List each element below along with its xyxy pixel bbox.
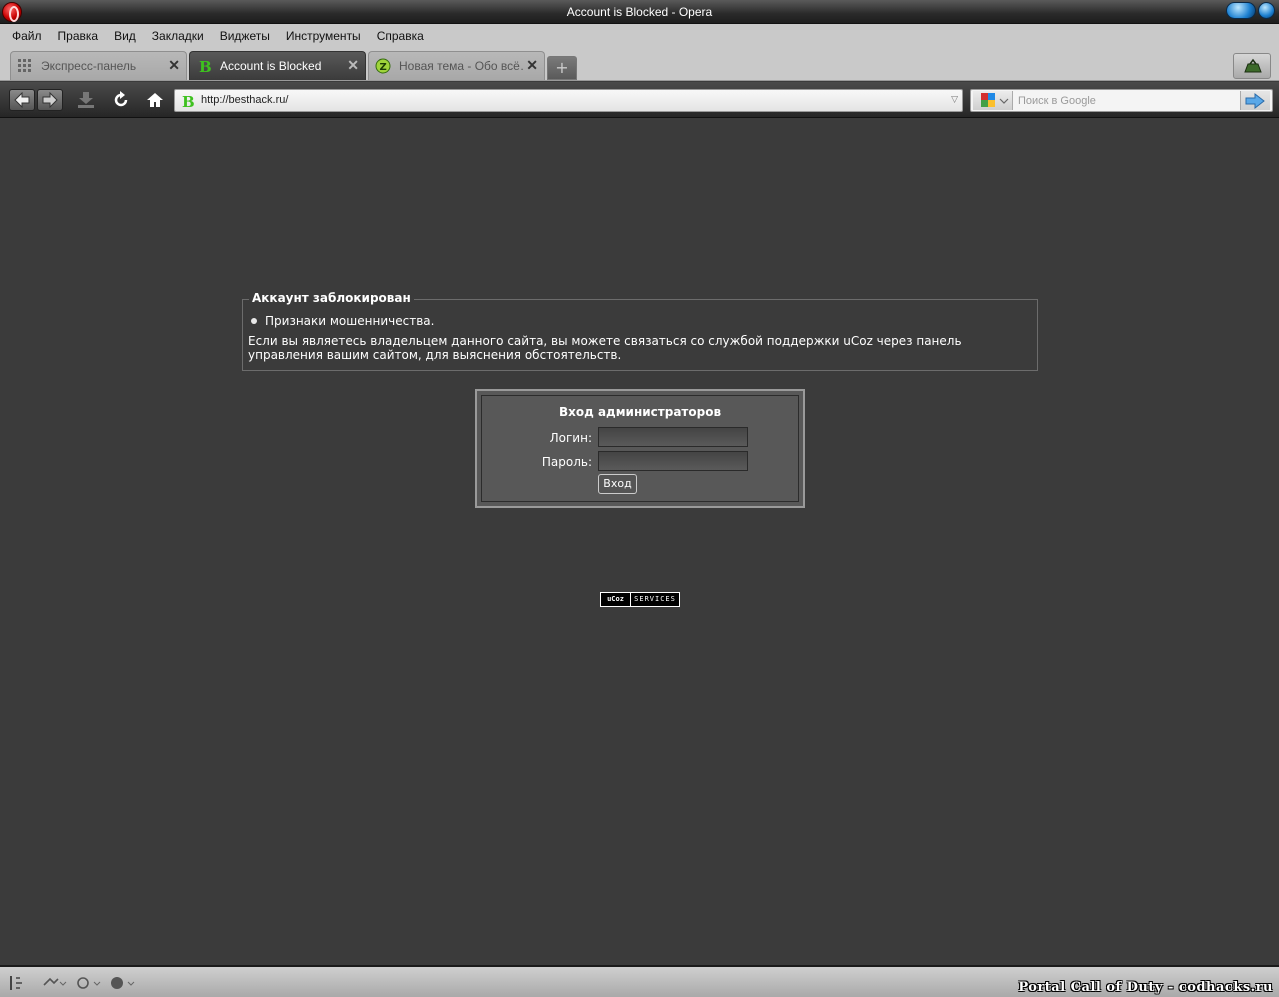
- admin-login-panel: Вход администраторов Логин: Пароль: Вход: [475, 389, 805, 508]
- reload-icon: [114, 91, 128, 107]
- besthack-b-icon: B: [182, 93, 195, 109]
- closed-tabs-button[interactable]: [1233, 53, 1271, 79]
- close-icon[interactable]: ✕: [168, 57, 180, 74]
- svg-text:B: B: [199, 58, 212, 74]
- navigation-toolbar: B http://besthack.ru/ ▽ Поиск в Google: [0, 82, 1279, 118]
- download-icon: [78, 92, 94, 108]
- login-submit-button[interactable]: Вход: [598, 474, 637, 494]
- ucoz-services-badge[interactable]: uCoz SERVICES: [600, 592, 680, 607]
- arrow-right-icon: [1245, 92, 1265, 110]
- menu-edit[interactable]: Правка: [50, 28, 107, 44]
- search-go-button[interactable]: [1240, 91, 1270, 110]
- close-window-button[interactable]: [1258, 2, 1275, 19]
- window-controls: [1226, 2, 1275, 19]
- minimize-button[interactable]: [1226, 2, 1256, 19]
- svg-text:Z: Z: [380, 62, 387, 73]
- password-field[interactable]: [598, 451, 748, 471]
- svg-text:B: B: [182, 93, 195, 109]
- browser-chrome: Файл Правка Вид Закладки Виджеты Инструм…: [0, 24, 1279, 81]
- menu-bookmarks[interactable]: Закладки: [144, 28, 212, 44]
- reload-button[interactable]: [108, 89, 134, 111]
- login-title: Вход администраторов: [558, 405, 722, 419]
- grid-icon: [18, 59, 31, 72]
- url-text[interactable]: http://besthack.ru/: [201, 94, 288, 106]
- blocked-notice: Аккаунт заблокирован Признаки мошенничес…: [242, 291, 1038, 371]
- turbo-icon[interactable]: [110, 975, 136, 991]
- title-bar: Account is Blocked - Opera: [0, 0, 1279, 24]
- close-icon[interactable]: ✕: [526, 57, 538, 74]
- site-watermark: Portal Call of Duty - codhacks.ru: [1018, 980, 1273, 995]
- bullet-icon: [251, 318, 257, 324]
- panel-toggle-icon[interactable]: [8, 975, 26, 991]
- download-button[interactable]: [73, 89, 99, 111]
- menu-tools[interactable]: Инструменты: [278, 28, 369, 44]
- notice-text: Если вы являетесь владельцем данного сай…: [248, 334, 962, 362]
- home-button[interactable]: [142, 89, 168, 111]
- tab-speed-dial[interactable]: Экспресс-панель ✕: [10, 51, 187, 80]
- menu-file[interactable]: Файл: [4, 28, 50, 44]
- page-content: Аккаунт заблокирован Признаки мошенничес…: [0, 119, 1279, 965]
- admin-login-form: Вход администраторов Логин: Пароль: Вход: [481, 395, 799, 502]
- tab-account-blocked[interactable]: B Account is Blocked ✕: [189, 51, 366, 80]
- notice-title: Аккаунт заблокирован: [249, 291, 414, 305]
- menu-view[interactable]: Вид: [106, 28, 144, 44]
- arrow-right-icon: [42, 92, 58, 108]
- window-title: Account is Blocked - Opera: [566, 5, 713, 19]
- notice-reason: Признаки мошенничества.: [251, 314, 434, 328]
- search-engine-selector[interactable]: [973, 91, 1013, 110]
- menu-bar: Файл Правка Вид Закладки Виджеты Инструм…: [4, 28, 432, 44]
- password-label: Пароль:: [541, 455, 592, 469]
- forum-icon: Z: [375, 58, 391, 74]
- home-icon: [147, 93, 163, 107]
- ucoz-badge-right: SERVICES: [634, 595, 676, 603]
- sync-icon[interactable]: [42, 975, 68, 991]
- tab-new-topic[interactable]: Z Новая тема - Обо всё… ✕: [368, 51, 545, 80]
- menu-help[interactable]: Справка: [369, 28, 432, 44]
- search-placeholder: Поиск в Google: [1018, 95, 1096, 107]
- chevron-down-icon[interactable]: ▽: [951, 95, 958, 105]
- unite-icon[interactable]: [76, 975, 102, 991]
- notice-reason-text: Признаки мошенничества.: [265, 314, 435, 328]
- besthack-b-icon: B: [199, 58, 212, 74]
- tab-label: Экспресс-панель: [41, 59, 137, 73]
- address-bar[interactable]: B http://besthack.ru/ ▽: [174, 89, 963, 112]
- login-field[interactable]: [598, 427, 748, 447]
- tab-bar: Экспресс-панель ✕ B Account is Blocked ✕…: [10, 51, 577, 81]
- trash-icon: [1244, 58, 1262, 73]
- close-icon[interactable]: ✕: [347, 57, 359, 74]
- forward-button[interactable]: [37, 89, 63, 111]
- tab-label: Новая тема - Обо всё…: [399, 59, 524, 73]
- login-label: Логин:: [549, 431, 592, 445]
- back-button[interactable]: [9, 89, 35, 111]
- tab-label: Account is Blocked: [220, 59, 322, 73]
- google-icon: [981, 93, 1009, 107]
- menu-widgets[interactable]: Виджеты: [212, 28, 278, 44]
- arrow-left-icon: [14, 92, 30, 108]
- ucoz-badge-left: uCoz: [601, 593, 631, 606]
- status-bar: Portal Call of Duty - codhacks.ru: [0, 965, 1279, 997]
- search-box[interactable]: Поиск в Google: [970, 89, 1273, 112]
- new-tab-button[interactable]: +: [547, 56, 577, 80]
